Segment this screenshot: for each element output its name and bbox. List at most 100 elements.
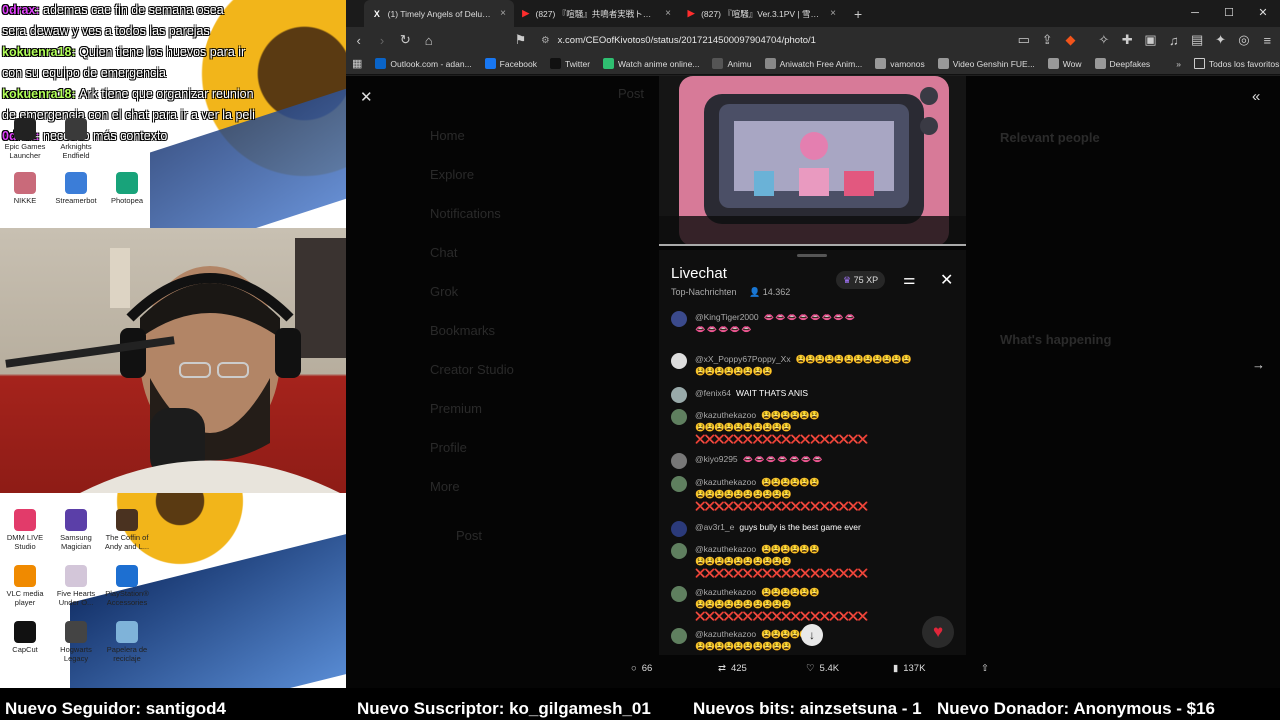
close-window-icon[interactable]: ✕ xyxy=(1246,0,1280,27)
all-bookmarks[interactable]: Todos los favoritos xyxy=(1193,58,1279,69)
message-username[interactable]: @av3r1_e xyxy=(695,522,734,532)
avatar[interactable] xyxy=(671,521,687,537)
scroll-down-button[interactable]: ↓ xyxy=(801,624,823,646)
message-body: @fenix64 WAIT THATS ANIS xyxy=(695,387,956,399)
message-username[interactable]: @kiyo9295 xyxy=(695,454,738,464)
desktop-icon[interactable]: Hogwarts Legacy xyxy=(52,621,100,663)
music-icon[interactable]: ♫ xyxy=(1167,33,1180,48)
bookmark-item[interactable]: vamonos xyxy=(875,58,925,69)
menu-icon[interactable]: ≡ xyxy=(1261,33,1274,48)
avatar[interactable] xyxy=(671,409,687,425)
desktop-icon[interactable]: CapCut xyxy=(1,621,49,654)
wallet-icon[interactable]: ▤ xyxy=(1191,32,1204,48)
bookmark-page-icon[interactable]: ⚑ xyxy=(514,32,527,48)
desktop-icon-label: Samsung Magician xyxy=(60,533,92,551)
close-media-button[interactable]: ✕ xyxy=(360,88,373,106)
message-body: @kazuthekazoo 😫😫😫😫😫😫 😫😫😫😫😫😫😫😫😫😫 ❌❌❌❌❌❌❌❌❌❌❌… xyxy=(695,543,956,579)
home-icon[interactable]: ⌂ xyxy=(422,33,435,48)
browser-tab[interactable]: ▶ (827) 『喧騒』共鳴者実戦トレーラー | エイ × xyxy=(514,0,679,27)
close-tab-icon[interactable]: × xyxy=(665,8,671,19)
background-nav-item: Explore xyxy=(430,167,475,182)
url-bar[interactable]: ⚙ x.com/CEOofKivotos0/status/20172145000… xyxy=(537,30,1008,50)
message-username[interactable]: @KingTiger2000 xyxy=(695,312,759,322)
share-post-button[interactable]: ⇧ xyxy=(981,663,989,674)
bookmark-item[interactable]: Outlook.com - adan... xyxy=(375,58,472,69)
desktop-icon[interactable]: Photopea xyxy=(103,172,151,205)
app-icon xyxy=(65,565,87,587)
forward-icon[interactable]: › xyxy=(375,33,388,48)
bookmark-item[interactable]: Watch anime online... xyxy=(603,58,699,69)
message-username[interactable]: @kazuthekazoo xyxy=(695,477,756,487)
like-button[interactable]: ♡ 5.4K xyxy=(806,663,839,674)
avatar[interactable] xyxy=(671,387,687,403)
new-tab-button[interactable]: + xyxy=(854,6,862,22)
message-body: @KingTiger2000 👄👄👄👄👄👄👄👄 👄👄👄👄👄 xyxy=(695,311,956,335)
avatar[interactable] xyxy=(671,476,687,492)
ai-icon[interactable]: ✦ xyxy=(1214,32,1227,48)
more-bookmarks-icon[interactable]: » xyxy=(1176,59,1181,69)
message-username[interactable]: @fenix64 xyxy=(695,388,731,398)
reply-button[interactable]: ○ 66 xyxy=(631,663,652,674)
desktop-icon[interactable]: Samsung Magician xyxy=(52,509,100,551)
desktop-icon[interactable]: Arknights Endfield xyxy=(52,118,100,160)
collapse-panel-icon[interactable]: « xyxy=(1252,88,1260,105)
next-image-icon[interactable]: → xyxy=(1252,357,1265,372)
filter-settings-icon[interactable]: ⚌ xyxy=(903,271,916,288)
repost-button[interactable]: ⇄ 425 xyxy=(718,663,747,674)
message-username[interactable]: @kazuthekazoo xyxy=(695,544,756,554)
views-button[interactable]: ▮ 137K xyxy=(893,663,925,674)
bookmark-item[interactable]: Deepfakes xyxy=(1094,58,1150,69)
avatar[interactable] xyxy=(671,353,687,369)
message-username[interactable]: @xX_Poppy67Poppy_Xx xyxy=(695,354,791,364)
bookmark-item[interactable]: Aniwatch Free Anim... xyxy=(764,58,862,69)
bookmark-item[interactable]: Facebook xyxy=(484,58,537,69)
bookmark-item[interactable]: Video Genshin FUE... xyxy=(937,58,1035,69)
heart-reaction-button[interactable]: ♥ xyxy=(922,616,954,648)
message-username[interactable]: @kazuthekazoo xyxy=(695,629,756,639)
desktop-icon[interactable]: Streamerbot xyxy=(52,172,100,205)
desktop-icon[interactable]: NIKKE xyxy=(1,172,49,205)
brave-shield-icon[interactable]: ◆ xyxy=(1064,32,1077,48)
share-icon[interactable]: ⇪ xyxy=(1040,32,1053,48)
video-player[interactable] xyxy=(659,76,966,246)
bookmark-item[interactable]: Twitter xyxy=(550,58,590,69)
bookmark-item[interactable]: Wow xyxy=(1047,58,1082,69)
minimize-icon[interactable]: ─ xyxy=(1178,0,1212,27)
extension-icon[interactable]: ✧ xyxy=(1097,32,1110,48)
message-emotes: 😫😫😫😫😫😫😫😫😫😫 xyxy=(695,599,792,609)
desktop-icon[interactable]: VLC media player xyxy=(1,565,49,607)
avatar[interactable] xyxy=(671,543,687,559)
desktop-icon[interactable]: The Coffin of Andy and L... xyxy=(103,509,151,551)
cast-icon[interactable]: ▭ xyxy=(1017,32,1030,48)
avatar[interactable] xyxy=(671,311,687,327)
desktop-icon[interactable]: Epic Games Launcher xyxy=(1,118,49,160)
message-username[interactable]: @kazuthekazoo xyxy=(695,410,756,420)
avatar[interactable] xyxy=(671,586,687,602)
browser-tab[interactable]: X (1) Timely Angels of Delusion × xyxy=(364,0,514,27)
desktop-icon[interactable]: Five Hearts Under O... xyxy=(52,565,100,607)
desktop-icon-label: DMM LIVE Studio xyxy=(6,533,44,551)
maximize-icon[interactable]: ☐ xyxy=(1212,0,1246,27)
close-tab-icon[interactable]: × xyxy=(830,8,836,19)
desktop-icon[interactable]: Papelera de reciclaje xyxy=(103,621,151,663)
avatar[interactable] xyxy=(671,628,687,644)
puzzle-icon[interactable]: ✚ xyxy=(1121,32,1134,48)
vpn-icon[interactable]: ◎ xyxy=(1237,32,1250,48)
message-username[interactable]: @kazuthekazoo xyxy=(695,587,756,597)
close-livechat-icon[interactable]: ✕ xyxy=(940,270,953,290)
back-icon[interactable]: ‹ xyxy=(352,33,365,48)
browser-tab[interactable]: ▶ (827) 『喧騒』Ver.3.1PV | 雪に抱かれた × xyxy=(679,0,844,27)
close-tab-icon[interactable]: × xyxy=(500,8,506,19)
app-icon xyxy=(65,621,87,643)
reload-icon[interactable]: ↻ xyxy=(399,32,412,48)
xp-badge[interactable]: ♛ 75 XP xyxy=(836,271,886,289)
bookmark-item[interactable]: Animu xyxy=(712,58,752,69)
apps-icon[interactable]: ▦ xyxy=(352,57,362,70)
livechat-filter-label[interactable]: Top-Nachrichten xyxy=(671,287,737,297)
desktop-icon[interactable]: PlayStation® Accessories xyxy=(103,565,151,607)
site-info-icon[interactable]: ⚙ xyxy=(541,35,550,46)
avatar[interactable] xyxy=(671,453,687,469)
sidebar-icon[interactable]: ▣ xyxy=(1144,32,1157,48)
background-whats-happening: What's happening xyxy=(1000,332,1112,347)
desktop-icon[interactable]: DMM LIVE Studio xyxy=(1,509,49,551)
